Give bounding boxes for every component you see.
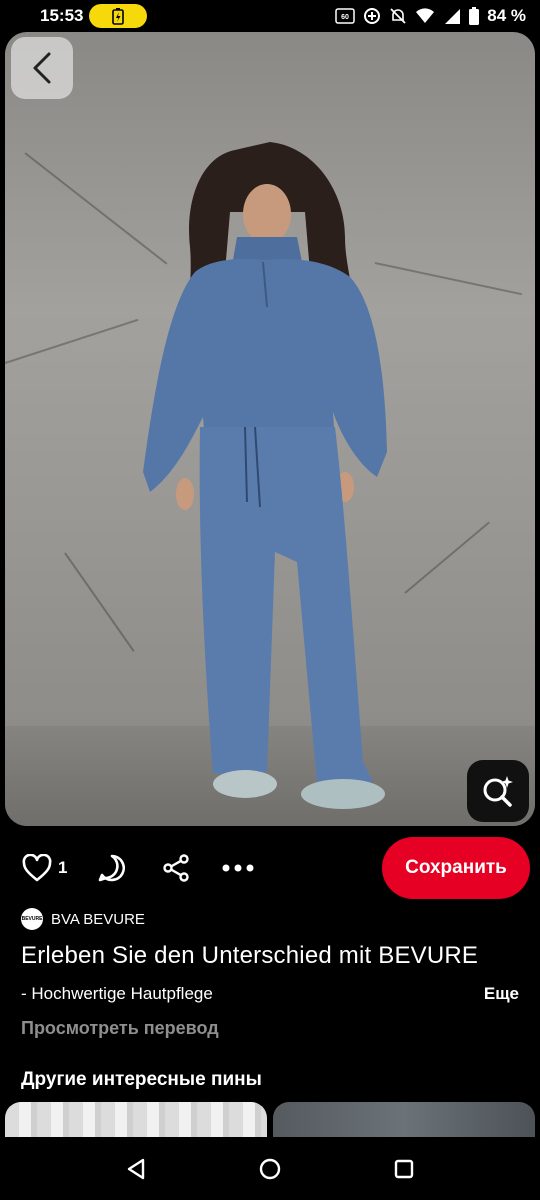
show-more-link[interactable]: Еще: [484, 984, 519, 1004]
model-figure: [143, 142, 387, 809]
nav-recents-icon[interactable]: [394, 1159, 414, 1179]
signal-icon: [443, 7, 461, 25]
nav-back-icon[interactable]: [126, 1158, 146, 1180]
system-nav-bar: [0, 1137, 540, 1200]
lens-search-icon: [483, 776, 513, 807]
status-time: 15:53: [40, 6, 84, 25]
battery-percent: 84 %: [487, 6, 526, 25]
pin-author[interactable]: BEVURE BVA BEVURE: [21, 908, 145, 930]
mute-icon: [389, 7, 407, 25]
pin-title: Erleben Sie den Unterschied mit BEVURE: [21, 942, 479, 969]
nav-home-icon[interactable]: [259, 1158, 281, 1180]
related-pin-thumbnail[interactable]: [5, 1102, 267, 1142]
author-name: BVA BEVURE: [51, 910, 145, 928]
back-button[interactable]: [11, 37, 73, 99]
avatar: BEVURE: [21, 908, 43, 930]
comment-icon: [99, 854, 126, 882]
save-button[interactable]: Сохранить: [382, 837, 530, 899]
pin-image[interactable]: [5, 32, 535, 826]
more-options-button[interactable]: [221, 863, 255, 873]
ellipsis-icon: [222, 864, 254, 872]
related-pins-heading: Другие интересные пины: [21, 1069, 262, 1090]
share-icon: [163, 854, 190, 882]
share-button[interactable]: [161, 853, 191, 883]
related-pin-thumbnail[interactable]: [273, 1102, 535, 1142]
hd-icon: 60: [335, 8, 355, 24]
heart-icon: [22, 854, 52, 882]
status-bar: 15:53 60 84 %: [0, 0, 540, 32]
like-count: 1: [58, 858, 68, 877]
battery-saver-icon: [89, 4, 148, 28]
svg-text:60: 60: [341, 14, 349, 21]
pin-description: - Hochwertige Hautpflege: [21, 984, 213, 1003]
view-translation-link[interactable]: Просмотреть перевод: [21, 1018, 219, 1039]
comment-button[interactable]: [97, 853, 127, 883]
battery-icon: [469, 7, 480, 25]
visual-search-button[interactable]: [467, 760, 529, 822]
like-button[interactable]: 1: [22, 854, 67, 882]
chevron-left-icon: [33, 52, 51, 84]
wifi-icon: [415, 8, 435, 24]
data-saver-icon: [363, 7, 381, 25]
